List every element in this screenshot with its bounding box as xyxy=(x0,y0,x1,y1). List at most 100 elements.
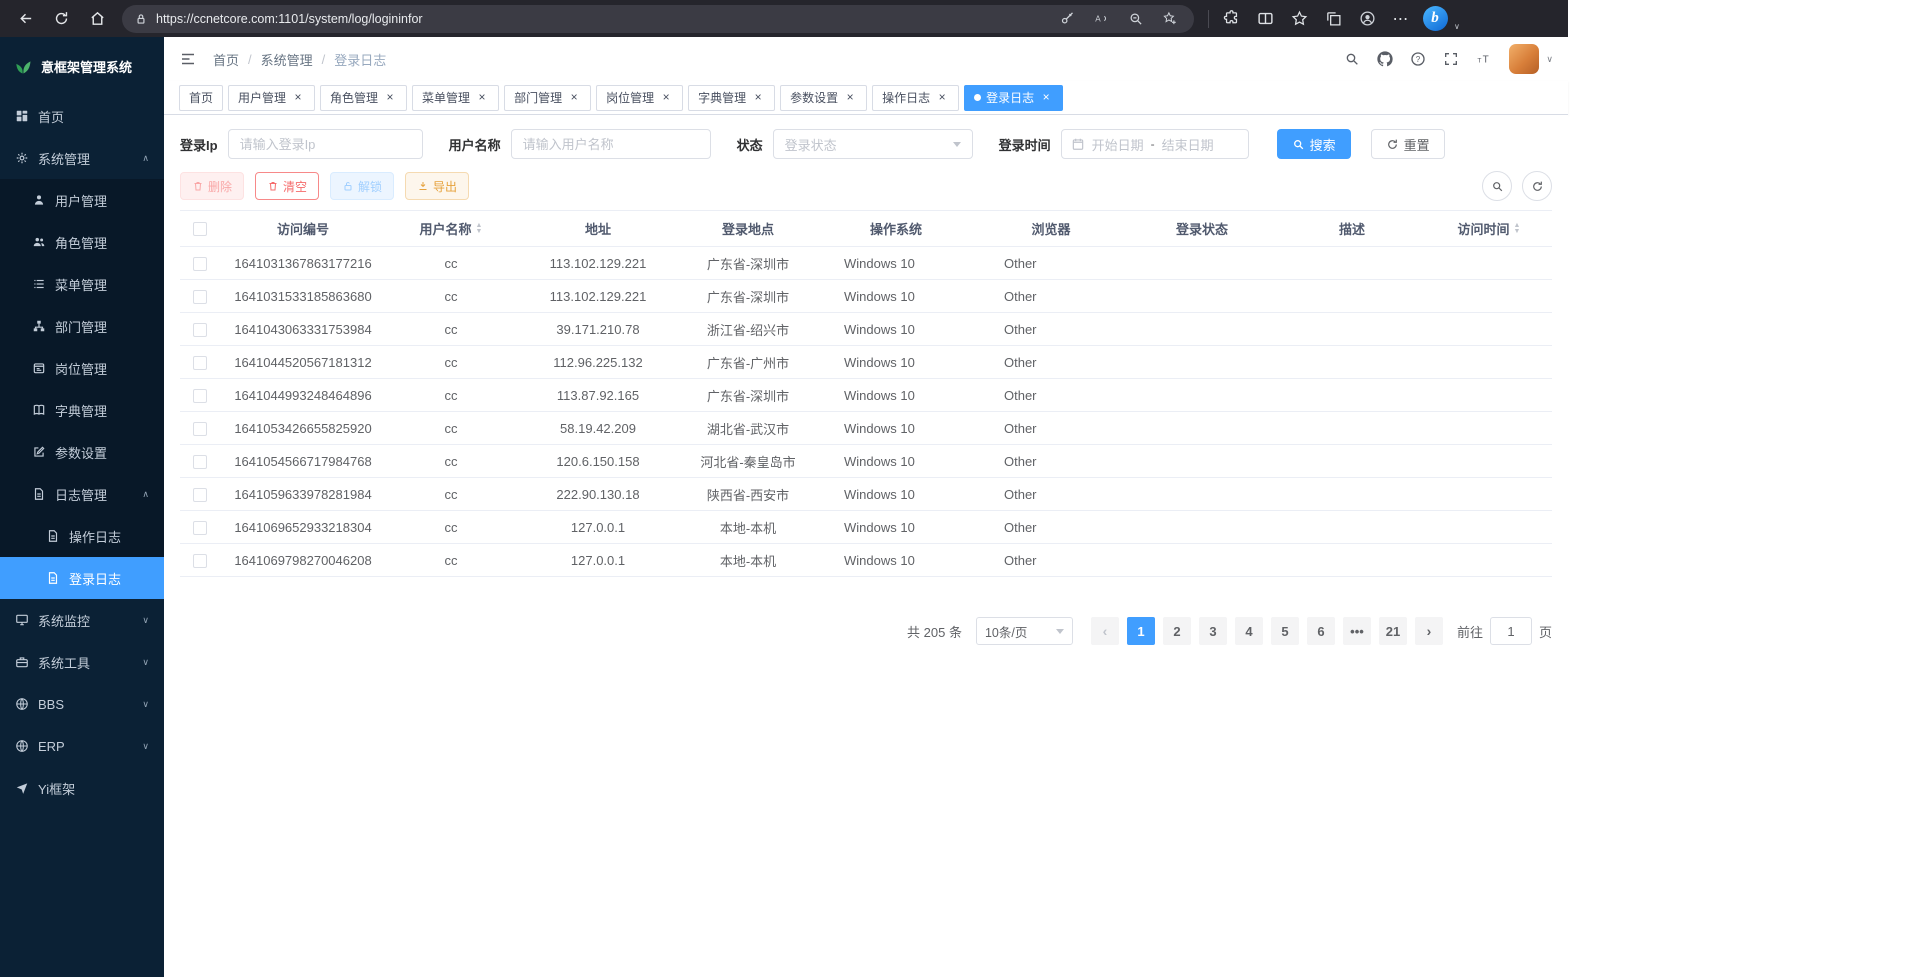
unlock-button[interactable]: 解锁 xyxy=(330,172,394,200)
chevron-down-icon[interactable]: ∨ xyxy=(1546,54,1553,65)
profile-button[interactable] xyxy=(1351,4,1383,34)
column-user-name[interactable]: 用户名称 ▲▼ xyxy=(386,219,516,238)
help-button[interactable]: ? xyxy=(1410,51,1426,67)
github-button[interactable] xyxy=(1377,51,1393,67)
search-button[interactable]: 搜索 xyxy=(1277,129,1351,159)
row-checkbox[interactable] xyxy=(193,257,207,271)
sidebar-item-system[interactable]: 系统管理 ∧ xyxy=(0,137,164,179)
clear-button[interactable]: 清空 xyxy=(255,172,319,200)
close-icon[interactable]: × xyxy=(475,91,489,105)
font-size-button[interactable]: TT xyxy=(1476,51,1492,67)
row-checkbox[interactable] xyxy=(193,290,207,304)
tab[interactable]: 部门管理 × xyxy=(504,85,591,111)
date-range-picker[interactable]: 开始日期 - 结束日期 xyxy=(1061,129,1249,159)
close-icon[interactable]: × xyxy=(383,91,397,105)
reset-button[interactable]: 重置 xyxy=(1371,129,1445,159)
row-checkbox[interactable] xyxy=(193,455,207,469)
page-button[interactable]: 1 xyxy=(1127,617,1155,645)
page-size-select[interactable]: 10条/页 xyxy=(976,617,1073,645)
toggle-search-button[interactable] xyxy=(1482,171,1512,201)
refresh-table-button[interactable] xyxy=(1522,171,1552,201)
row-checkbox[interactable] xyxy=(193,389,207,403)
status-select[interactable]: 登录状态 xyxy=(773,129,973,159)
tab[interactable]: 用户管理 × xyxy=(228,85,315,111)
sidebar-item-users[interactable]: 用户管理 xyxy=(0,179,164,221)
tab[interactable]: 岗位管理 × xyxy=(596,85,683,111)
tab[interactable]: 登录日志 × xyxy=(964,85,1063,111)
sidebar-item-dicts[interactable]: 字典管理 xyxy=(0,389,164,431)
export-button[interactable]: 导出 xyxy=(405,172,469,200)
row-checkbox[interactable] xyxy=(193,356,207,370)
close-icon[interactable]: × xyxy=(1039,91,1053,105)
sidebar-item-operation-log[interactable]: 操作日志 xyxy=(0,515,164,557)
read-aloud-button[interactable]: A xyxy=(1088,7,1114,31)
page-button[interactable]: 21 xyxy=(1379,617,1407,645)
close-icon[interactable]: × xyxy=(935,91,949,105)
row-checkbox[interactable] xyxy=(193,422,207,436)
page-button[interactable]: 4 xyxy=(1235,617,1263,645)
row-checkbox[interactable] xyxy=(193,521,207,535)
tab[interactable]: 角色管理 × xyxy=(320,85,407,111)
close-icon[interactable]: × xyxy=(843,91,857,105)
bing-chat-button[interactable]: b xyxy=(1419,4,1451,34)
extensions-button[interactable] xyxy=(1215,4,1247,34)
sidebar-item-tools[interactable]: 系统工具 ∨ xyxy=(0,641,164,683)
close-icon[interactable]: × xyxy=(291,91,305,105)
chevron-down-icon[interactable]: ∨ xyxy=(1454,22,1460,34)
avatar[interactable] xyxy=(1509,44,1539,74)
row-checkbox[interactable] xyxy=(193,554,207,568)
sidebar-item-roles[interactable]: 角色管理 xyxy=(0,221,164,263)
favorites-button[interactable] xyxy=(1283,4,1315,34)
tab[interactable]: 参数设置 × xyxy=(780,85,867,111)
split-screen-button[interactable] xyxy=(1249,4,1281,34)
sidebar-item-home[interactable]: 首页 xyxy=(0,95,164,137)
collections-button[interactable] xyxy=(1317,4,1349,34)
tab[interactable]: 首页 × xyxy=(179,85,223,111)
next-page-button[interactable]: › xyxy=(1415,617,1443,645)
row-checkbox[interactable] xyxy=(193,488,207,502)
add-favorite-button[interactable] xyxy=(1156,7,1182,31)
breadcrumb-home[interactable]: 首页 xyxy=(213,50,239,69)
refresh-button[interactable] xyxy=(44,4,78,34)
close-icon[interactable]: × xyxy=(659,91,673,105)
sidebar-item-menus[interactable]: 菜单管理 xyxy=(0,263,164,305)
sidebar-item-posts[interactable]: 岗位管理 xyxy=(0,347,164,389)
page-button[interactable]: 3 xyxy=(1199,617,1227,645)
page-button[interactable]: ••• xyxy=(1343,617,1371,645)
breadcrumb-system[interactable]: 系统管理 xyxy=(261,50,313,69)
sort-icon[interactable]: ▲▼ xyxy=(1514,223,1521,235)
address-bar[interactable]: https://ccnetcore.com:1101/system/log/lo… xyxy=(122,5,1194,33)
page-button[interactable]: 6 xyxy=(1307,617,1335,645)
sidebar-item-erp[interactable]: ERP ∨ xyxy=(0,725,164,767)
password-key-button[interactable] xyxy=(1054,7,1080,31)
sidebar-item-bbs[interactable]: BBS ∨ xyxy=(0,683,164,725)
row-checkbox[interactable] xyxy=(193,323,207,337)
sidebar-item-monitor[interactable]: 系统监控 ∨ xyxy=(0,599,164,641)
login-ip-input[interactable] xyxy=(228,129,423,159)
home-button[interactable] xyxy=(80,4,114,34)
sidebar-item-logs[interactable]: 日志管理 ∧ xyxy=(0,473,164,515)
header-search-button[interactable] xyxy=(1344,51,1360,67)
user-name-input[interactable] xyxy=(511,129,711,159)
prev-page-button[interactable]: ‹ xyxy=(1091,617,1119,645)
page-button[interactable]: 2 xyxy=(1163,617,1191,645)
sidebar-item-yi-framework[interactable]: Yi框架 xyxy=(0,767,164,809)
browser-menu-button[interactable]: ⋯ xyxy=(1385,4,1417,34)
sidebar-toggle-button[interactable] xyxy=(179,50,197,68)
fullscreen-button[interactable] xyxy=(1443,51,1459,67)
close-icon[interactable]: × xyxy=(751,91,765,105)
goto-page-input[interactable] xyxy=(1490,617,1532,645)
page-button[interactable]: 5 xyxy=(1271,617,1299,645)
select-all-checkbox[interactable] xyxy=(193,222,207,236)
delete-button[interactable]: 删除 xyxy=(180,172,244,200)
tab[interactable]: 菜单管理 × xyxy=(412,85,499,111)
tab[interactable]: 操作日志 × xyxy=(872,85,959,111)
sidebar-item-departments[interactable]: 部门管理 xyxy=(0,305,164,347)
app-logo[interactable]: 意框架管理系统 xyxy=(0,37,164,95)
sort-icon[interactable]: ▲▼ xyxy=(476,223,483,235)
column-time[interactable]: 访问时间 ▲▼ xyxy=(1426,219,1552,238)
sidebar-item-login-log[interactable]: 登录日志 xyxy=(0,557,164,599)
back-button[interactable] xyxy=(8,4,42,34)
close-icon[interactable]: × xyxy=(567,91,581,105)
zoom-button[interactable] xyxy=(1122,7,1148,31)
